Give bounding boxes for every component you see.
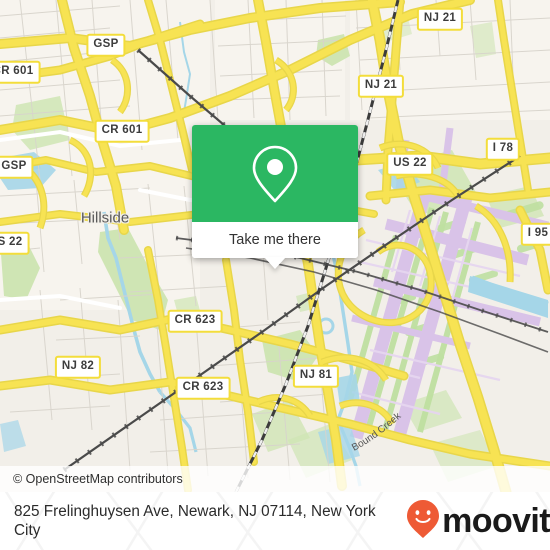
map-screenshot-root: Bound Creek Hillside GSP CR 601 CR 601 G…: [0, 0, 550, 550]
road-shield-i78[interactable]: I 78: [485, 137, 521, 161]
popup-action-bar[interactable]: Take me there: [192, 222, 358, 269]
place-label-hillside: Hillside: [80, 209, 130, 227]
moovit-smiley-pin-icon: [406, 499, 440, 544]
location-address: 825 Frelinghuysen Ave, Newark, NJ 07114,…: [14, 503, 376, 539]
popup-hero-panel: [192, 125, 358, 222]
map-canvas[interactable]: Bound Creek Hillside GSP CR 601 CR 601 G…: [0, 0, 550, 492]
road-shield-cr601-west[interactable]: CR 601: [0, 60, 41, 84]
road-shield-cr623-north[interactable]: CR 623: [167, 309, 223, 333]
road-shield-i95[interactable]: I 95: [520, 222, 550, 246]
attribution-text: © OpenStreetMap contributors: [13, 472, 183, 486]
popup-pointer-tail: [264, 257, 286, 269]
footer-bar: 825 Frelinghuysen Ave, Newark, NJ 07114,…: [0, 492, 550, 550]
road-shield-s22[interactable]: S 22: [0, 231, 30, 255]
road-shield-nj21[interactable]: NJ 21: [357, 74, 405, 98]
map-attribution[interactable]: © OpenStreetMap contributors: [0, 466, 550, 492]
road-shield-gsp-west[interactable]: GSP: [0, 155, 34, 179]
road-shield-nj81[interactable]: NJ 81: [292, 364, 340, 388]
moovit-brand-logo[interactable]: moovit: [406, 499, 550, 544]
road-shield-cr601[interactable]: CR 601: [94, 119, 150, 143]
moovit-wordmark: moovit: [442, 502, 550, 540]
road-shield-cr623-south[interactable]: CR 623: [175, 376, 231, 400]
map-pin-icon: [248, 143, 302, 205]
road-shield-nj21-north[interactable]: NJ 21: [416, 7, 464, 31]
location-popup-card[interactable]: Take me there: [192, 125, 358, 269]
road-shield-gsp-north[interactable]: GSP: [86, 33, 126, 57]
road-shield-nj82[interactable]: NJ 82: [54, 355, 102, 379]
road-shield-us22[interactable]: US 22: [386, 152, 434, 176]
popup-action-label: Take me there: [229, 232, 321, 248]
